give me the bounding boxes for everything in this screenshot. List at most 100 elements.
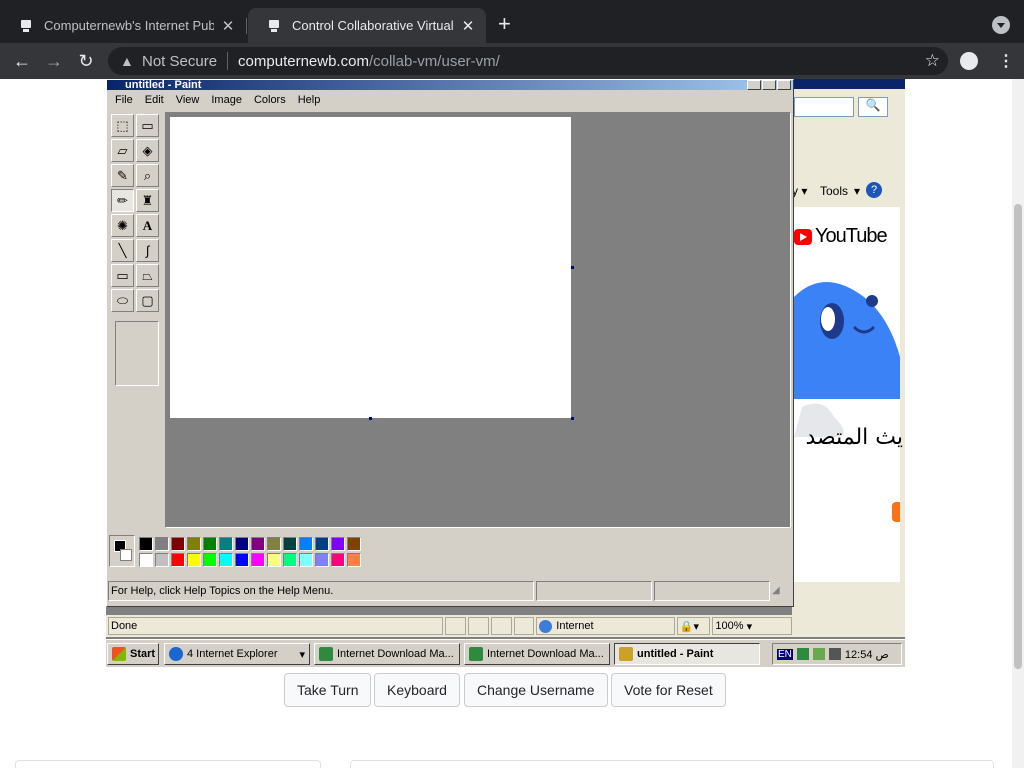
menu-help[interactable]: Help bbox=[292, 94, 327, 106]
ie-search-box[interactable] bbox=[794, 97, 854, 117]
pencil-icon[interactable]: ✏ bbox=[111, 189, 134, 212]
taskbar-ie-group[interactable]: 4 Internet Explorer ▾ bbox=[164, 643, 310, 665]
site-favicon-icon bbox=[269, 19, 279, 32]
color-swatch[interactable] bbox=[347, 537, 361, 551]
polygon-icon[interactable]: ⏢ bbox=[136, 264, 159, 287]
help-icon[interactable]: ? bbox=[866, 182, 882, 198]
color-swatch[interactable] bbox=[251, 553, 265, 567]
color-picker-icon[interactable]: ✎ bbox=[111, 164, 134, 187]
color-swatch[interactable] bbox=[283, 537, 297, 551]
menu-view[interactable]: View bbox=[170, 94, 206, 106]
menu-colors[interactable]: Colors bbox=[248, 94, 292, 106]
line-icon[interactable]: ╲ bbox=[111, 239, 134, 262]
reload-icon[interactable]: ↻ bbox=[74, 49, 98, 73]
back-icon[interactable]: ← bbox=[10, 49, 34, 73]
color-swatch[interactable] bbox=[139, 537, 153, 551]
ie-window: 🔍 y ▾ Tools ▾ ? YouTube يث المتصد bbox=[792, 79, 905, 637]
paint-titlebar[interactable]: untitled - Paint bbox=[107, 80, 793, 90]
color-swatch[interactable] bbox=[171, 537, 185, 551]
taskbar-paint[interactable]: untitled - Paint bbox=[614, 643, 760, 665]
rectangle-icon[interactable]: ▭ bbox=[111, 264, 134, 287]
vm-screen[interactable]: 🔍 y ▾ Tools ▾ ? YouTube يث المتصد untitl… bbox=[106, 79, 905, 667]
color-swatch[interactable] bbox=[155, 553, 169, 567]
ie-zoom[interactable]: 100% ▾ bbox=[712, 617, 792, 635]
color-swatch[interactable] bbox=[171, 553, 185, 567]
color-swatch[interactable] bbox=[315, 553, 329, 567]
curve-icon[interactable]: ∫ bbox=[136, 239, 159, 262]
menu-file[interactable]: File bbox=[109, 94, 139, 106]
color-swatch[interactable] bbox=[299, 537, 313, 551]
drawing-canvas[interactable] bbox=[170, 117, 571, 418]
color-swatch[interactable] bbox=[187, 537, 201, 551]
color-swatch[interactable] bbox=[331, 537, 345, 551]
color-swatch[interactable] bbox=[139, 553, 153, 567]
free-select-icon[interactable]: ⬚ bbox=[111, 114, 134, 137]
color-swatch[interactable] bbox=[267, 537, 281, 551]
text-tool-icon[interactable]: A bbox=[136, 214, 159, 237]
keyboard-button[interactable]: Keyboard bbox=[374, 673, 460, 707]
color-swatch[interactable] bbox=[267, 553, 281, 567]
color-swatch[interactable] bbox=[187, 553, 201, 567]
ie-search-icon[interactable]: 🔍 bbox=[858, 97, 888, 117]
close-icon[interactable] bbox=[777, 80, 791, 90]
change-username-button[interactable]: Change Username bbox=[464, 673, 608, 707]
menu-image[interactable]: Image bbox=[205, 94, 248, 106]
color-swatch[interactable] bbox=[283, 553, 297, 567]
taskbar-idm-1[interactable]: Internet Download Ma... bbox=[314, 643, 460, 665]
resize-handle[interactable] bbox=[571, 417, 574, 420]
lock-icon[interactable]: 🔒▾ bbox=[676, 617, 711, 635]
color-swatch[interactable] bbox=[203, 553, 217, 567]
resize-handle[interactable] bbox=[369, 417, 372, 420]
tool-options-box[interactable] bbox=[115, 321, 159, 386]
color-swatch[interactable] bbox=[299, 553, 313, 567]
color-swatch[interactable] bbox=[203, 537, 217, 551]
close-tab-icon[interactable]: ✕ bbox=[460, 17, 476, 35]
vote-reset-button[interactable]: Vote for Reset bbox=[611, 673, 726, 707]
tray-network-icon[interactable] bbox=[828, 648, 841, 660]
bookmark-star-icon[interactable]: ☆ bbox=[925, 51, 940, 71]
menu-kebab-icon[interactable]: ⋮ bbox=[998, 51, 1014, 71]
magnifier-icon[interactable]: ⌕ bbox=[136, 164, 159, 187]
start-button[interactable]: Start bbox=[107, 643, 159, 665]
tab-collab-vm[interactable]: Control Collaborative Virtual M ✕ bbox=[248, 8, 486, 43]
airbrush-icon[interactable]: ✺ bbox=[111, 214, 134, 237]
minimize-icon[interactable] bbox=[747, 80, 761, 90]
canvas-area[interactable] bbox=[165, 112, 791, 528]
color-swatch[interactable] bbox=[219, 537, 233, 551]
color-swatch[interactable] bbox=[315, 537, 329, 551]
scrollbar-thumb[interactable] bbox=[1014, 204, 1022, 669]
color-swatch[interactable] bbox=[347, 553, 361, 567]
brush-icon[interactable]: ♜ bbox=[136, 189, 159, 212]
address-bar[interactable]: ▲ Not Secure computernewb.com /collab-vm… bbox=[108, 47, 948, 75]
fill-bucket-icon[interactable]: ◈ bbox=[136, 139, 159, 162]
tray-app-icon[interactable] bbox=[812, 648, 825, 660]
color-swatch[interactable] bbox=[235, 537, 249, 551]
language-indicator[interactable]: EN bbox=[777, 648, 793, 660]
rect-select-icon[interactable]: ▭ bbox=[136, 114, 159, 137]
eraser-icon[interactable]: ▱ bbox=[111, 139, 134, 162]
color-swatch[interactable] bbox=[219, 553, 233, 567]
close-tab-icon[interactable]: ✕ bbox=[220, 17, 236, 35]
color-swatch[interactable] bbox=[155, 537, 169, 551]
resize-grip-icon[interactable]: ◢ bbox=[772, 585, 788, 601]
color-swatch[interactable] bbox=[331, 553, 345, 567]
new-tab-icon[interactable]: + bbox=[498, 13, 511, 35]
resize-handle[interactable] bbox=[571, 266, 574, 269]
taskbar-idm-2[interactable]: Internet Download Ma... bbox=[464, 643, 610, 665]
tab-internet-pub[interactable]: Computernewb's Internet Pub ✕ bbox=[0, 8, 246, 43]
page-scrollbar[interactable] bbox=[1012, 79, 1024, 768]
current-colors[interactable] bbox=[109, 535, 135, 567]
menu-edit[interactable]: Edit bbox=[139, 94, 170, 106]
rounded-rect-icon[interactable]: ▢ bbox=[136, 289, 159, 312]
warning-icon[interactable]: ▲ bbox=[120, 53, 136, 69]
profile-avatar-icon[interactable] bbox=[960, 52, 978, 70]
ie-tools-menu[interactable]: Tools bbox=[820, 184, 848, 198]
color-swatch[interactable] bbox=[235, 553, 249, 567]
tab-search-icon[interactable] bbox=[992, 16, 1010, 34]
color-swatch[interactable] bbox=[251, 537, 265, 551]
ellipse-icon[interactable]: ⬭ bbox=[111, 289, 134, 312]
tray-download-icon[interactable] bbox=[796, 648, 809, 660]
take-turn-button[interactable]: Take Turn bbox=[284, 673, 372, 707]
maximize-icon[interactable] bbox=[762, 80, 776, 90]
forward-icon[interactable]: → bbox=[42, 49, 66, 73]
